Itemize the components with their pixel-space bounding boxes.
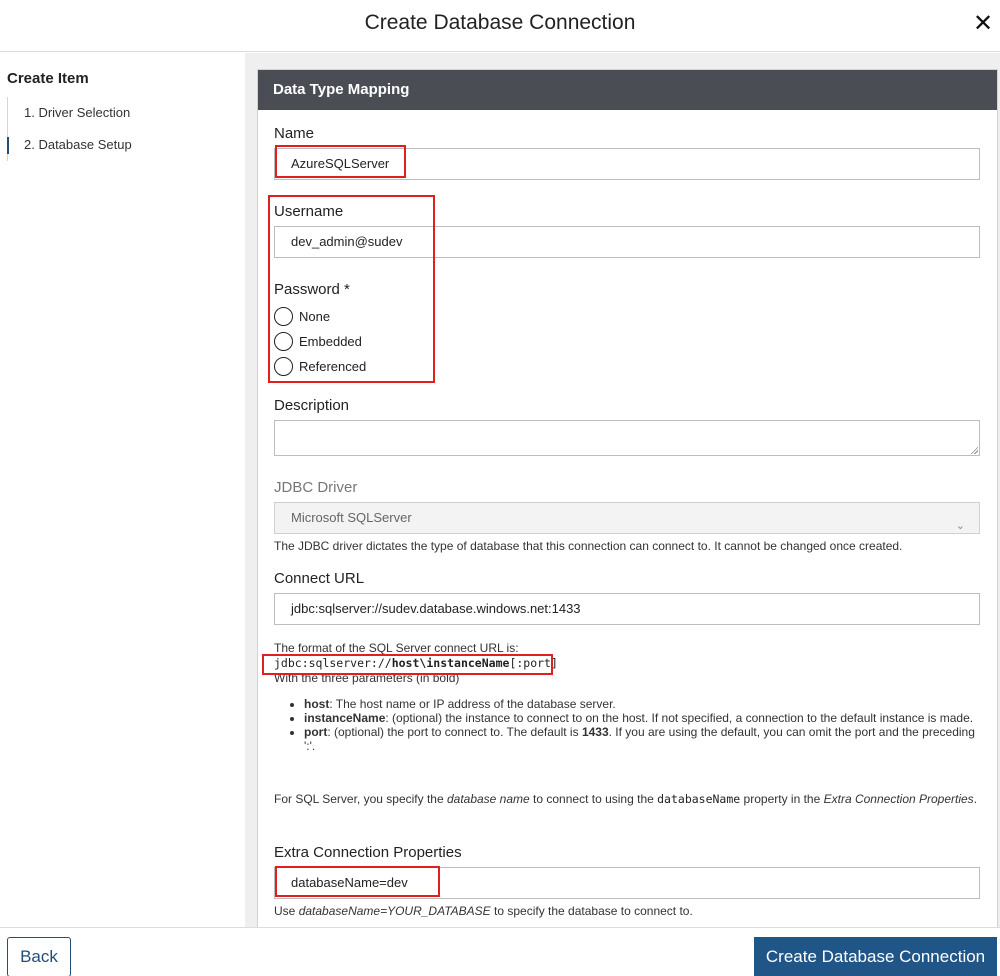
connect-url-label: Connect URL (274, 570, 365, 587)
note-text: For SQL Server, you specify the (274, 792, 447, 806)
connect-url-help-intro: The format of the SQL Server connect URL… (274, 641, 519, 655)
password-option-referenced[interactable]: Referenced (274, 355, 366, 377)
bullet-bold: 1433 (581, 725, 609, 739)
sidebar-heading: Create Item (7, 70, 89, 87)
format-prefix: jdbc:sqlserver:// (274, 656, 392, 670)
note-text: to connect to using the (529, 792, 658, 806)
bullet-text: : (optional) the port to connect to. The… (327, 725, 582, 739)
note-emphasis: Extra Connection Properties (823, 792, 974, 806)
parameter-bullets: host: The host name or IP address of the… (288, 697, 978, 753)
password-option-embedded[interactable]: Embedded (274, 330, 362, 352)
description-textarea[interactable] (274, 420, 980, 456)
radio-label: Referenced (299, 358, 367, 374)
bullet-term: host (304, 697, 330, 711)
format-host: host (391, 656, 420, 670)
step-database-setup[interactable]: 2. Database Setup (7, 129, 207, 161)
help-text: Use (274, 904, 299, 918)
radio-button[interactable] (274, 356, 293, 376)
connect-url-help-params: With the three parameters (in bold) (274, 671, 460, 685)
jdbc-driver-label: JDBC Driver (274, 479, 358, 496)
note-emphasis: database name (446, 792, 530, 806)
format-instance: instanceName (426, 656, 510, 670)
parameter-list: host: The host name or IP address of the… (258, 697, 998, 777)
radio-button[interactable] (274, 331, 293, 351)
dialog-footer: Back Create Database Connection (0, 927, 1000, 976)
step-driver-selection[interactable]: 1. Driver Selection (8, 97, 207, 129)
note-text: property in the (740, 792, 824, 806)
jdbc-driver-select: Microsoft SQLServer ⌄ (274, 502, 980, 534)
database-name-note: For SQL Server, you specify the database… (274, 792, 989, 806)
jdbc-driver-value: Microsoft SQLServer (291, 510, 412, 525)
close-icon[interactable]: ✕ (972, 12, 994, 36)
form-panel: Data Type Mapping Name AzureSQLServer Us… (257, 69, 998, 927)
help-emphasis: databaseName=YOUR_DATABASE (298, 904, 491, 918)
extra-properties-help: Use databaseName=YOUR_DATABASE to specif… (274, 904, 989, 918)
panel-title: Data Type Mapping (258, 70, 997, 110)
username-label: Username (274, 203, 344, 220)
password-option-none[interactable]: None (274, 305, 330, 327)
bullet-term: instanceName (304, 711, 386, 725)
name-label: Name (274, 125, 315, 142)
dialog-title: Create Database Connection (364, 11, 636, 34)
list-item: instanceName: (optional) the instance to… (304, 711, 978, 725)
radio-label: None (299, 308, 331, 324)
note-text: . (973, 792, 978, 806)
name-input[interactable]: AzureSQLServer (274, 148, 980, 180)
form-scroll-area[interactable]: Data Type Mapping Name AzureSQLServer Us… (245, 53, 1000, 927)
radio-button[interactable] (274, 306, 293, 326)
back-button[interactable]: Back (7, 937, 71, 976)
username-input[interactable]: dev_admin@sudev (274, 226, 980, 258)
dialog-titlebar: Create Database Connection ✕ (0, 0, 1000, 52)
bullet-term: port (304, 725, 328, 739)
bullet-text: : The host name or IP address of the dat… (329, 697, 616, 711)
description-label: Description (274, 397, 350, 414)
wizard-steps: 1. Driver Selection 2. Database Setup (7, 97, 207, 161)
resize-grip-icon[interactable] (970, 446, 978, 454)
extra-properties-label: Extra Connection Properties (274, 844, 462, 861)
extra-properties-input[interactable]: databaseName=dev (274, 867, 980, 899)
note-code: databaseName (657, 792, 741, 806)
connect-url-format: jdbc:sqlserver://host\instanceName[:port… (274, 656, 989, 670)
chevron-down-icon: ⌄ (955, 520, 965, 532)
list-item: port: (optional) the port to connect to.… (304, 725, 978, 753)
format-port: [:port] (509, 656, 558, 670)
password-label: Password * (274, 281, 350, 298)
connect-url-input[interactable]: jdbc:sqlserver://sudev.database.windows.… (274, 593, 980, 625)
radio-label: Embedded (299, 333, 362, 349)
create-connection-button[interactable]: Create Database Connection (754, 937, 997, 976)
list-item: host: The host name or IP address of the… (304, 697, 978, 711)
bullet-text: : (optional) the instance to connect to … (385, 711, 974, 725)
help-text: to specify the database to connect to. (490, 904, 693, 918)
jdbc-driver-help: The JDBC driver dictates the type of dat… (274, 539, 903, 553)
wizard-sidebar: Create Item 1. Driver Selection 2. Datab… (0, 53, 245, 927)
